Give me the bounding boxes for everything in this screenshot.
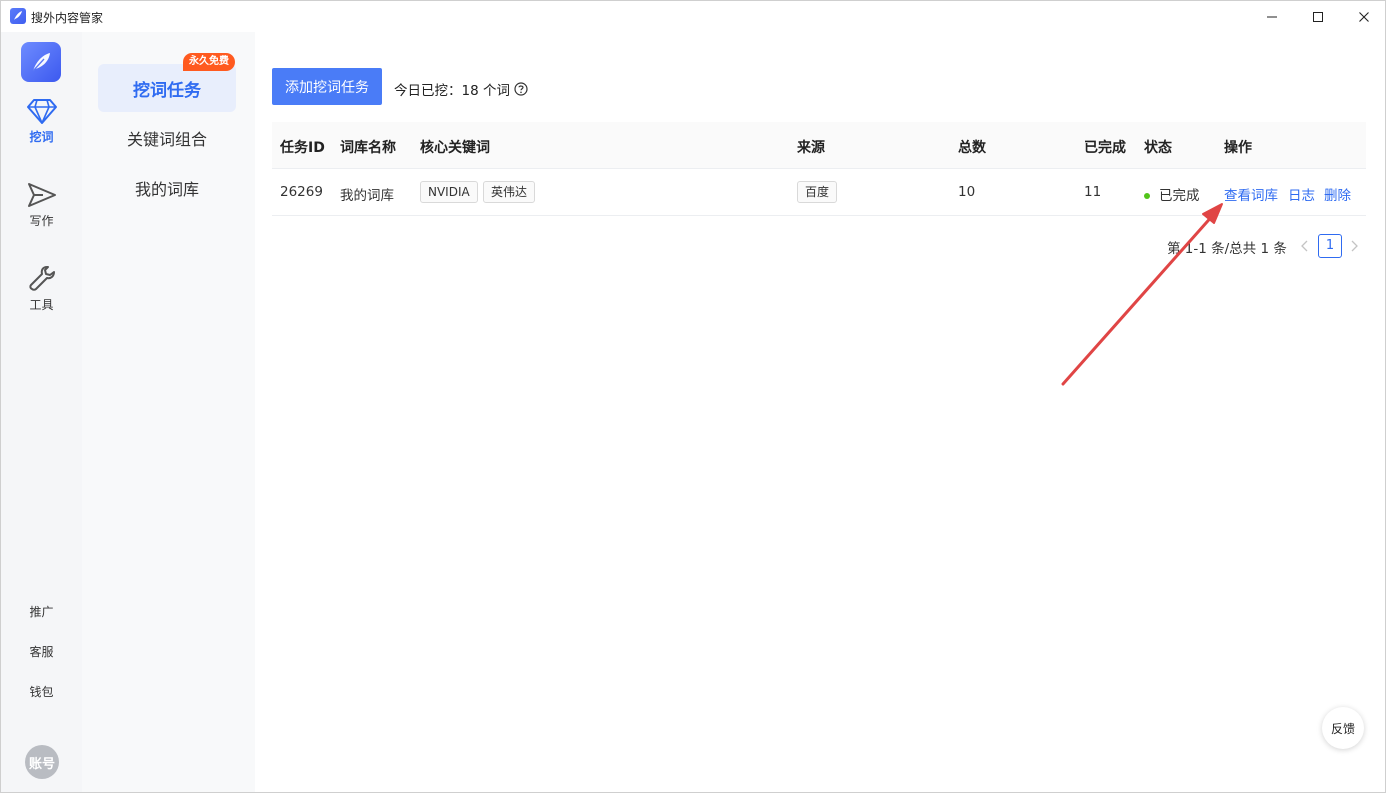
rail-item-label: 写作 xyxy=(29,214,54,228)
submenu-item-label: 挖词任务 xyxy=(133,80,201,101)
col-total: 总数 xyxy=(958,140,986,156)
title-bar: 搜外内容管家 xyxy=(1,1,1385,32)
keyword-tag: NVIDIA xyxy=(420,181,478,203)
delete-link[interactable]: 删除 xyxy=(1324,184,1351,204)
diamond-icon xyxy=(26,99,57,124)
main-content: 添加挖词任务 今日已挖： 18 个词 任务ID 词库名称 核心关键词 来源 总数… xyxy=(255,32,1385,792)
window-title: 搜外内容管家 xyxy=(31,11,104,25)
cell-completed: 11 xyxy=(1084,184,1102,200)
source-tag: 百度 xyxy=(797,181,838,203)
cell-task-id: 26269 xyxy=(280,184,323,200)
page-button-current[interactable]: 1 xyxy=(1318,234,1342,258)
pagination: 第 1-1 条/总共 1 条 1 xyxy=(255,234,1367,258)
col-library-name: 词库名称 xyxy=(340,140,396,156)
col-source: 来源 xyxy=(797,140,825,156)
table-row: 26269 我的词库 NVIDIA 英伟达 百度 10 11 已完成 查看词库 … xyxy=(272,169,1366,216)
help-icon[interactable] xyxy=(514,82,528,96)
col-task-id: 任务ID xyxy=(280,140,325,156)
submenu-item-label: 我的词库 xyxy=(134,180,199,199)
feedback-button[interactable]: 反馈 xyxy=(1322,707,1364,749)
chevron-left-icon[interactable] xyxy=(1299,237,1311,255)
col-actions: 操作 xyxy=(1224,140,1252,156)
rail-link-support[interactable]: 客服 xyxy=(1,643,82,660)
task-table: 任务ID 词库名称 核心关键词 来源 总数 已完成 状态 操作 26269 我的… xyxy=(272,122,1366,216)
close-button[interactable] xyxy=(1341,1,1386,32)
rail-item-label: 挖词 xyxy=(29,130,54,144)
cell-status: 已完成 xyxy=(1144,184,1200,204)
chevron-right-icon[interactable] xyxy=(1348,237,1360,255)
submenu-item-keyword-combo[interactable]: 关键词组合 xyxy=(98,114,236,162)
today-value: 18 个词 xyxy=(461,83,510,99)
app-feather-icon xyxy=(10,8,26,24)
submenu-item-my-library[interactable]: 我的词库 xyxy=(98,164,236,212)
minimize-button[interactable] xyxy=(1249,1,1295,32)
nav-rail: 挖词 写作 工具 推广 客服 钱包 账号 xyxy=(1,32,82,792)
today-count: 今日已挖： 18 个词 xyxy=(394,79,528,99)
rail-item-tools[interactable]: 工具 xyxy=(1,264,82,313)
keyword-tag: 英伟达 xyxy=(483,181,536,203)
rail-item-label: 工具 xyxy=(29,298,54,312)
rail-item-writing[interactable]: 写作 xyxy=(1,180,82,229)
today-label: 今日已挖： xyxy=(394,83,462,99)
log-link[interactable]: 日志 xyxy=(1288,184,1315,204)
rail-link-wallet[interactable]: 钱包 xyxy=(1,683,82,700)
maximize-button[interactable] xyxy=(1295,1,1341,32)
cell-library-name: 我的词库 xyxy=(340,188,394,204)
view-library-link[interactable]: 查看词库 xyxy=(1224,184,1278,204)
pagination-summary: 第 1-1 条/总共 1 条 xyxy=(1167,241,1287,257)
account-avatar[interactable]: 账号 xyxy=(25,745,59,779)
wrench-icon xyxy=(28,266,55,291)
col-core-keywords: 核心关键词 xyxy=(420,140,490,156)
rail-link-promote[interactable]: 推广 xyxy=(1,603,82,620)
sub-menu: 挖词任务 永久免费 关键词组合 我的词库 xyxy=(82,32,255,792)
free-badge: 永久免费 xyxy=(183,53,235,71)
cell-total: 10 xyxy=(958,184,976,200)
col-status: 状态 xyxy=(1144,140,1172,156)
submenu-item-label: 关键词组合 xyxy=(126,130,207,149)
table-header: 任务ID 词库名称 核心关键词 来源 总数 已完成 状态 操作 xyxy=(272,122,1366,169)
rail-item-mining[interactable]: 挖词 xyxy=(1,96,82,145)
add-mining-task-button[interactable]: 添加挖词任务 xyxy=(272,68,382,105)
app-logo xyxy=(21,42,61,82)
feather-logo-icon xyxy=(32,53,50,72)
col-completed: 已完成 xyxy=(1084,140,1126,156)
status-dot xyxy=(1144,193,1150,199)
send-icon xyxy=(27,183,56,207)
app-window: 搜外内容管家 挖词 写作 工具 推广 客服 钱包 账号 挖词任务 永久免费 关键… xyxy=(0,0,1386,793)
submenu-item-mining-tasks[interactable]: 挖词任务 xyxy=(98,64,236,112)
status-text: 已完成 xyxy=(1159,188,1200,204)
